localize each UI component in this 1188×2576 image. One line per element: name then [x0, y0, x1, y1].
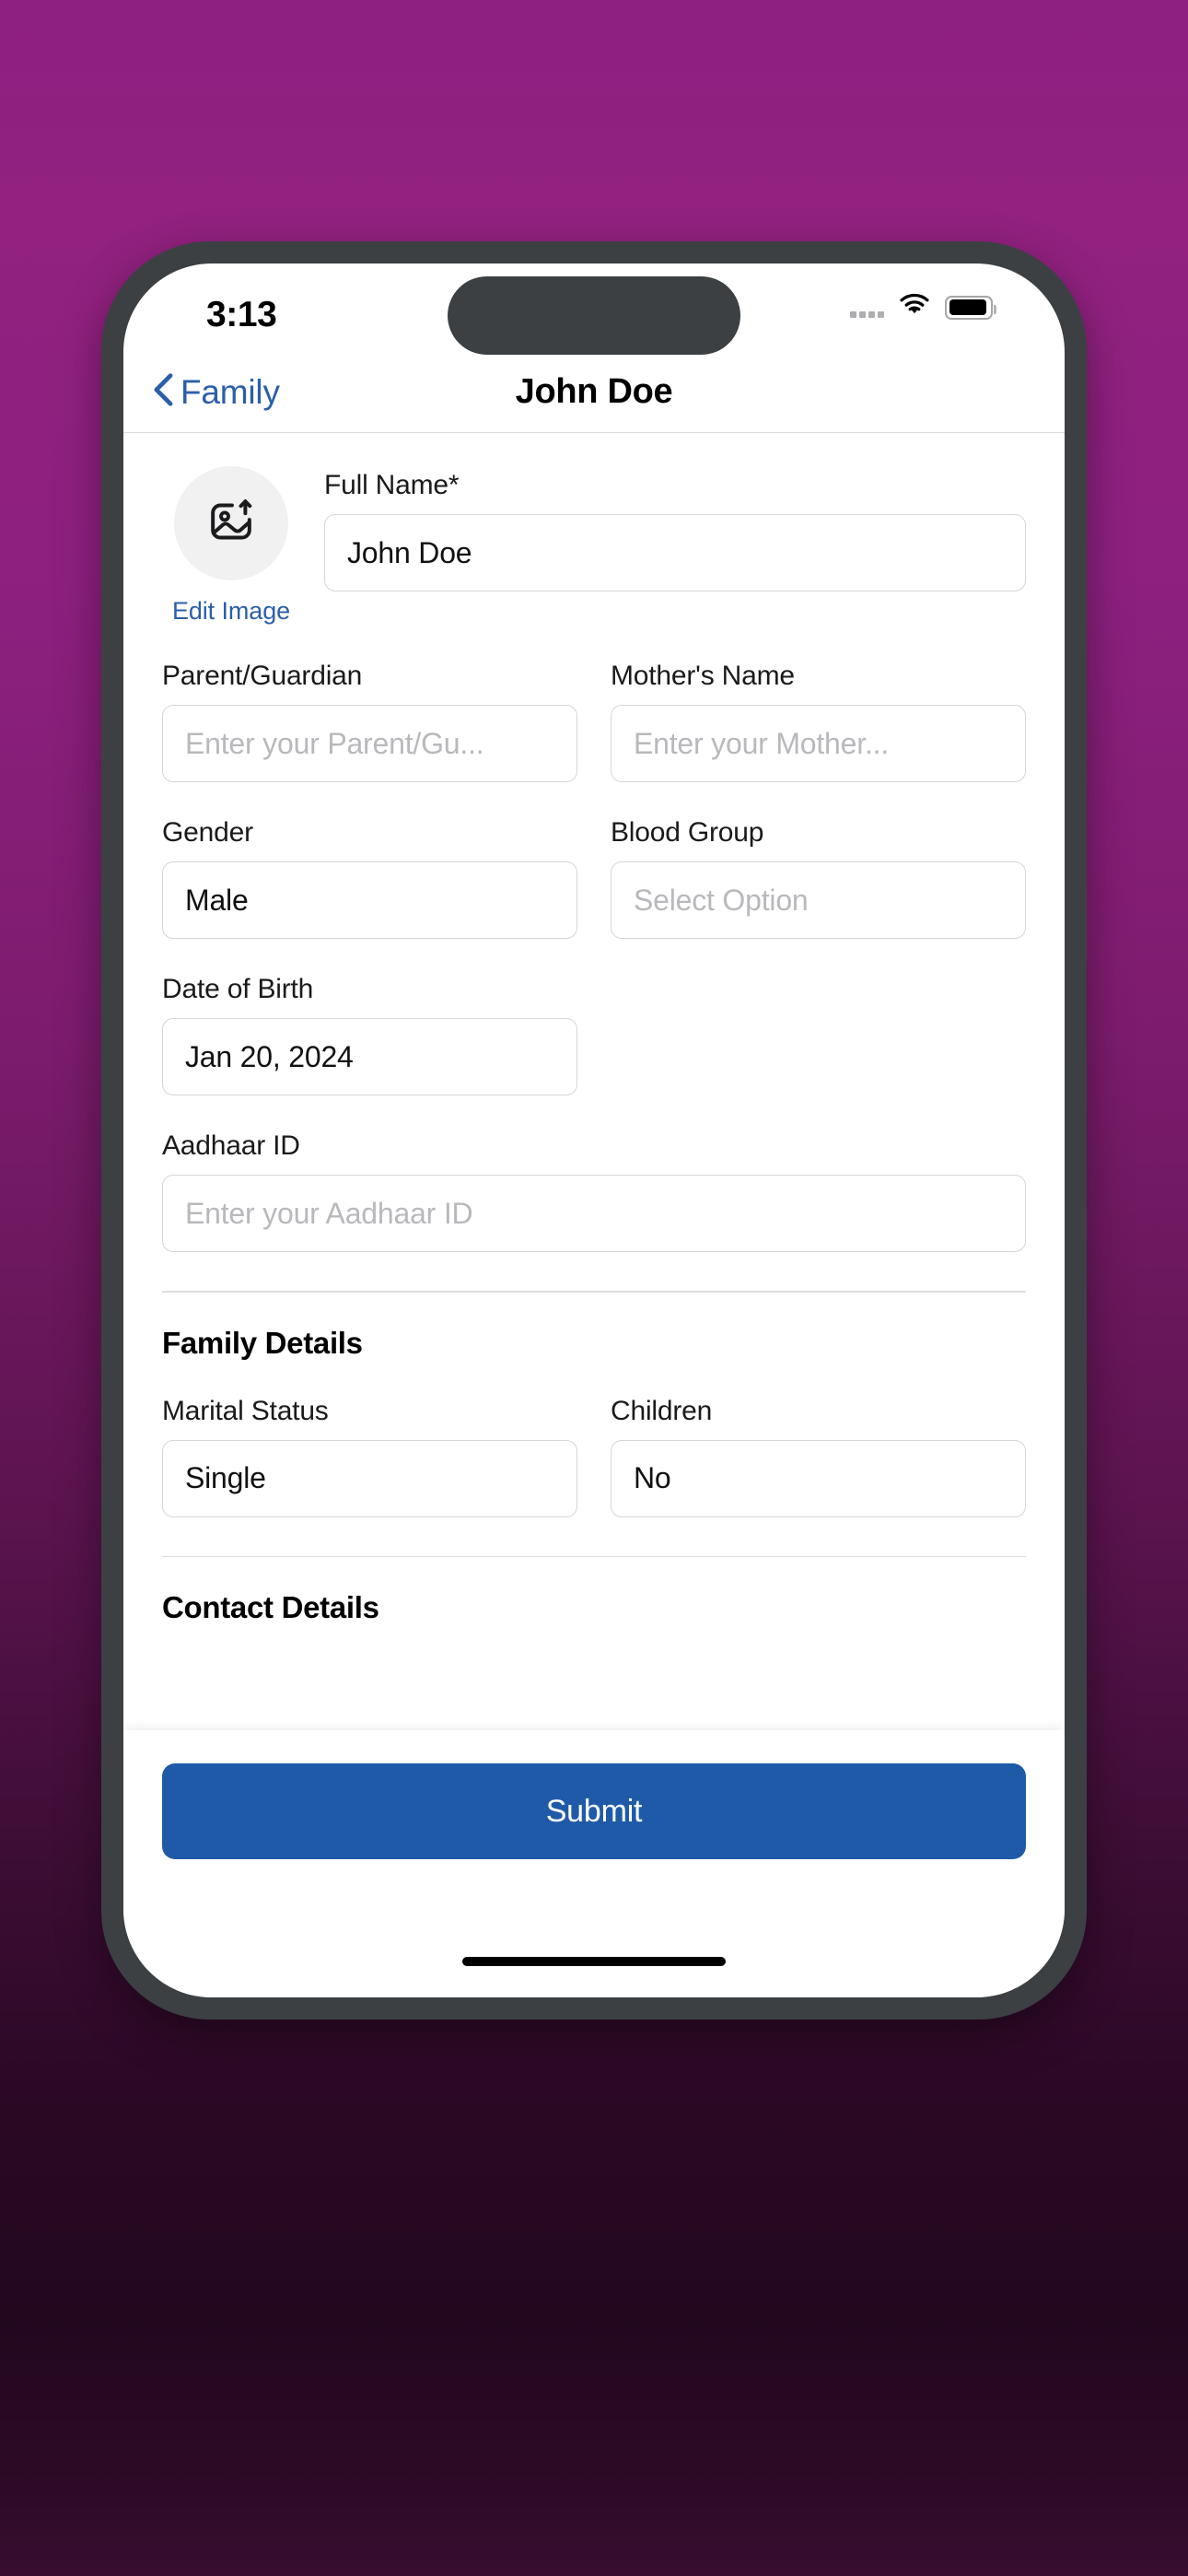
- contact-details-title: Contact Details: [162, 1590, 379, 1625]
- chevron-left-icon: [153, 373, 173, 411]
- home-indicator[interactable]: [462, 1957, 726, 1966]
- date-of-birth-group: Date of Birth Jan 20, 2024: [162, 974, 1026, 1095]
- gender-blood-row: Gender Male Blood Group Select Option: [162, 817, 1026, 939]
- wifi-icon: [899, 293, 930, 322]
- battery-icon: [945, 295, 996, 320]
- phone-frame: 3:13 Family John Doe Edit Image Full Nam…: [101, 241, 1087, 2020]
- marital-status-select[interactable]: Single: [162, 1439, 577, 1517]
- profile-header: Edit Image Full Name* John Doe: [162, 466, 1026, 626]
- navigation-bar: Family John Doe: [123, 352, 1065, 433]
- section-divider-2: [162, 1555, 1026, 1558]
- children-label: Children: [611, 1395, 713, 1426]
- dynamic-island: [448, 276, 740, 355]
- marital-status-label: Marital Status: [162, 1395, 329, 1426]
- aadhaar-label: Aadhaar ID: [162, 1130, 300, 1161]
- page-title: John Doe: [515, 372, 673, 411]
- aadhaar-group: Aadhaar ID Enter your Aadhaar ID: [162, 1130, 1026, 1252]
- full-name-group: Full Name* John Doe: [324, 466, 1026, 591]
- parent-guardian-group: Parent/Guardian Enter your Parent/Gu...: [162, 661, 577, 782]
- edit-image-link[interactable]: Edit Image: [172, 597, 290, 626]
- parent-guardian-label: Parent/Guardian: [162, 661, 363, 691]
- mothers-name-input[interactable]: Enter your Mother...: [611, 705, 1026, 782]
- mothers-name-group: Mother's Name Enter your Mother...: [611, 661, 1026, 782]
- phone-screen: 3:13 Family John Doe Edit Image Full Nam…: [123, 263, 1065, 1997]
- aadhaar-input[interactable]: Enter your Aadhaar ID: [162, 1175, 1026, 1252]
- family-details-title: Family Details: [162, 1325, 363, 1360]
- blood-group-group: Blood Group Select Option: [611, 817, 1026, 939]
- blood-group-select[interactable]: Select Option: [611, 861, 1026, 939]
- status-bar: 3:13: [123, 263, 1065, 355]
- section-divider-1: [162, 1291, 1026, 1293]
- status-time: 3:13: [206, 295, 277, 334]
- date-of-birth-input[interactable]: Jan 20, 2024: [162, 1018, 577, 1095]
- status-indicators: [850, 293, 996, 322]
- avatar[interactable]: [174, 466, 288, 580]
- gender-select[interactable]: Male: [162, 861, 577, 939]
- parent-guardian-input[interactable]: Enter your Parent/Gu...: [162, 705, 577, 782]
- children-group: Children No: [611, 1396, 1026, 1517]
- marital-status-group: Marital Status Single: [162, 1396, 577, 1517]
- gender-label: Gender: [162, 817, 253, 848]
- image-upload-icon: [205, 496, 257, 552]
- wallpaper-backdrop: 3:13 Family John Doe Edit Image Full Nam…: [0, 0, 1188, 2576]
- full-name-label: Full Name*: [324, 470, 460, 500]
- full-name-input[interactable]: John Doe: [324, 514, 1026, 591]
- blood-group-label: Blood Group: [611, 817, 764, 848]
- mothers-name-label: Mother's Name: [611, 661, 795, 691]
- submit-button[interactable]: Submit: [162, 1763, 1026, 1859]
- signal-dots-icon: [850, 298, 884, 318]
- form-scroll-area[interactable]: Edit Image Full Name* John Doe Parent/Gu…: [123, 433, 1065, 1645]
- gender-group: Gender Male: [162, 817, 577, 939]
- back-button-label: Family: [181, 372, 280, 411]
- marital-children-row: Marital Status Single Children No: [162, 1396, 1026, 1517]
- avatar-column: Edit Image: [162, 466, 300, 626]
- children-select[interactable]: No: [611, 1439, 1026, 1517]
- parent-mother-row: Parent/Guardian Enter your Parent/Gu... …: [162, 661, 1026, 782]
- date-of-birth-label: Date of Birth: [162, 974, 314, 1004]
- back-button[interactable]: Family: [153, 373, 280, 412]
- submit-bar: Submit: [123, 1730, 1065, 1997]
